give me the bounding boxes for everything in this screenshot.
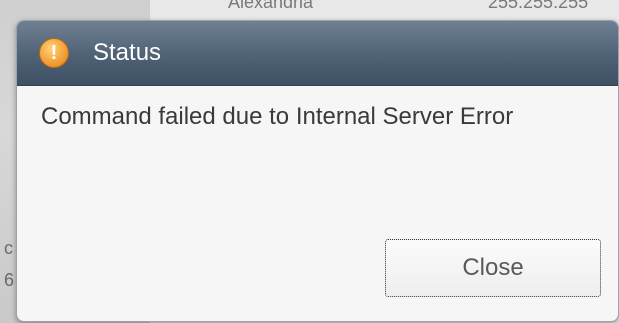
- background-side-text-1: c: [4, 238, 13, 258]
- background-top-text-left: Alexandria: [228, 0, 314, 12]
- warning-icon: !: [39, 38, 69, 68]
- dialog-header: ! Status: [17, 21, 618, 86]
- dialog-message: Command failed due to Internal Server Er…: [41, 103, 514, 130]
- background-side-text-2: 6: [4, 270, 15, 290]
- background-top-text-right: 255.255.255: [488, 0, 589, 12]
- close-button[interactable]: Close: [385, 239, 601, 297]
- status-dialog: ! Status Command failed due to Internal …: [16, 20, 619, 322]
- dialog-title: Status: [93, 39, 162, 66]
